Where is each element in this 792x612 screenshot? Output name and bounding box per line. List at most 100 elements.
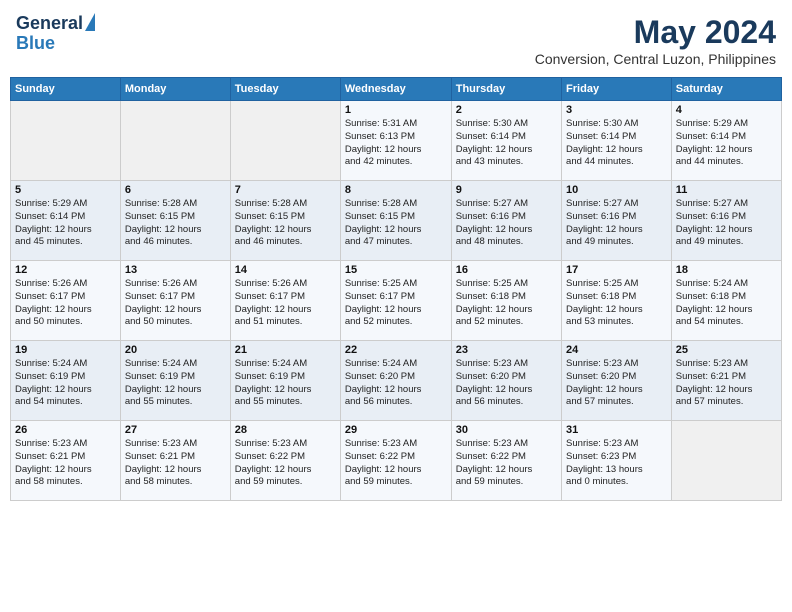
calendar-cell: 15 Sunrise: 5:25 AM Sunset: 6:17 PM Dayli… <box>340 261 451 341</box>
calendar-cell: 2 Sunrise: 5:30 AM Sunset: 6:14 PM Daylig… <box>451 101 561 181</box>
weekday-header-thursday: Thursday <box>451 78 561 101</box>
calendar-cell: 16 Sunrise: 5:25 AM Sunset: 6:18 PM Dayli… <box>451 261 561 341</box>
day-info: Sunrise: 5:23 AM Sunset: 6:21 PM Dayligh… <box>676 358 777 409</box>
weekday-header-monday: Monday <box>120 78 230 101</box>
calendar-table: SundayMondayTuesdayWednesdayThursdayFrid… <box>10 77 782 501</box>
day-number: 16 <box>456 264 557 276</box>
day-info: Sunrise: 5:24 AM Sunset: 6:19 PM Dayligh… <box>235 358 336 409</box>
calendar-cell: 18 Sunrise: 5:24 AM Sunset: 6:18 PM Dayli… <box>671 261 781 341</box>
weekday-header-tuesday: Tuesday <box>230 78 340 101</box>
day-number: 13 <box>125 264 226 276</box>
day-info: Sunrise: 5:23 AM Sunset: 6:21 PM Dayligh… <box>125 438 226 489</box>
calendar-week-row: 12 Sunrise: 5:26 AM Sunset: 6:17 PM Dayli… <box>11 261 782 341</box>
logo-text-blue: Blue <box>16 34 55 54</box>
day-number: 31 <box>566 424 667 436</box>
calendar-cell <box>120 101 230 181</box>
day-number: 15 <box>345 264 447 276</box>
title-block: May 2024 Conversion, Central Luzon, Phil… <box>535 14 776 67</box>
day-info: Sunrise: 5:26 AM Sunset: 6:17 PM Dayligh… <box>125 278 226 329</box>
calendar-cell: 12 Sunrise: 5:26 AM Sunset: 6:17 PM Dayli… <box>11 261 121 341</box>
calendar-cell: 28 Sunrise: 5:23 AM Sunset: 6:22 PM Dayli… <box>230 421 340 501</box>
day-info: Sunrise: 5:23 AM Sunset: 6:21 PM Dayligh… <box>15 438 116 489</box>
day-number: 29 <box>345 424 447 436</box>
day-number: 11 <box>676 184 777 196</box>
day-number: 2 <box>456 104 557 116</box>
day-number: 30 <box>456 424 557 436</box>
day-info: Sunrise: 5:28 AM Sunset: 6:15 PM Dayligh… <box>125 198 226 249</box>
calendar-cell <box>11 101 121 181</box>
calendar-cell: 3Sunrise: 5:30 AM Sunset: 6:14 PM Daylig… <box>562 101 672 181</box>
day-number: 1 <box>345 104 447 116</box>
weekday-header-sunday: Sunday <box>11 78 121 101</box>
day-number: 12 <box>15 264 116 276</box>
day-number: 4 <box>676 104 777 116</box>
day-number: 5 <box>15 184 116 196</box>
calendar-cell: 4 Sunrise: 5:29 AM Sunset: 6:14 PM Daylig… <box>671 101 781 181</box>
day-info: Sunrise: 5:23 AM Sunset: 6:22 PM Dayligh… <box>345 438 447 489</box>
day-info: Sunrise: 5:23 AM Sunset: 6:23 PM Dayligh… <box>566 438 667 489</box>
calendar-cell: 17 Sunrise: 5:25 AM Sunset: 6:18 PM Dayli… <box>562 261 672 341</box>
day-number: 23 <box>456 344 557 356</box>
calendar-cell: 14 Sunrise: 5:26 AM Sunset: 6:17 PM Dayli… <box>230 261 340 341</box>
day-info: Sunrise: 5:24 AM Sunset: 6:18 PM Dayligh… <box>676 278 777 329</box>
calendar-cell: 26Sunrise: 5:23 AM Sunset: 6:21 PM Dayli… <box>11 421 121 501</box>
logo-triangle-icon <box>85 13 95 31</box>
day-number: 25 <box>676 344 777 356</box>
calendar-cell <box>230 101 340 181</box>
calendar-cell: 24Sunrise: 5:23 AM Sunset: 6:20 PM Dayli… <box>562 341 672 421</box>
day-info: Sunrise: 5:26 AM Sunset: 6:17 PM Dayligh… <box>15 278 116 329</box>
calendar-cell: 7 Sunrise: 5:28 AM Sunset: 6:15 PM Daylig… <box>230 181 340 261</box>
day-info: Sunrise: 5:30 AM Sunset: 6:14 PM Dayligh… <box>456 118 557 169</box>
day-number: 18 <box>676 264 777 276</box>
location-subtitle: Conversion, Central Luzon, Philippines <box>535 51 776 67</box>
day-info: Sunrise: 5:23 AM Sunset: 6:22 PM Dayligh… <box>456 438 557 489</box>
day-info: Sunrise: 5:30 AM Sunset: 6:14 PM Dayligh… <box>566 118 667 169</box>
day-info: Sunrise: 5:27 AM Sunset: 6:16 PM Dayligh… <box>456 198 557 249</box>
day-info: Sunrise: 5:27 AM Sunset: 6:16 PM Dayligh… <box>676 198 777 249</box>
day-number: 22 <box>345 344 447 356</box>
weekday-header-friday: Friday <box>562 78 672 101</box>
day-info: Sunrise: 5:24 AM Sunset: 6:20 PM Dayligh… <box>345 358 447 409</box>
day-info: Sunrise: 5:26 AM Sunset: 6:17 PM Dayligh… <box>235 278 336 329</box>
weekday-header-wednesday: Wednesday <box>340 78 451 101</box>
day-info: Sunrise: 5:23 AM Sunset: 6:20 PM Dayligh… <box>456 358 557 409</box>
day-info: Sunrise: 5:29 AM Sunset: 6:14 PM Dayligh… <box>676 118 777 169</box>
day-info: Sunrise: 5:24 AM Sunset: 6:19 PM Dayligh… <box>15 358 116 409</box>
day-number: 27 <box>125 424 226 436</box>
calendar-cell: 30 Sunrise: 5:23 AM Sunset: 6:22 PM Dayli… <box>451 421 561 501</box>
day-info: Sunrise: 5:28 AM Sunset: 6:15 PM Dayligh… <box>235 198 336 249</box>
calendar-cell: 5Sunrise: 5:29 AM Sunset: 6:14 PM Daylig… <box>11 181 121 261</box>
day-number: 10 <box>566 184 667 196</box>
day-number: 7 <box>235 184 336 196</box>
calendar-cell: 27 Sunrise: 5:23 AM Sunset: 6:21 PM Dayli… <box>120 421 230 501</box>
logo: General Blue <box>16 14 95 54</box>
day-info: Sunrise: 5:31 AM Sunset: 6:13 PM Dayligh… <box>345 118 447 169</box>
day-number: 21 <box>235 344 336 356</box>
calendar-cell: 29 Sunrise: 5:23 AM Sunset: 6:22 PM Dayli… <box>340 421 451 501</box>
day-number: 19 <box>15 344 116 356</box>
calendar-cell: 9Sunrise: 5:27 AM Sunset: 6:16 PM Daylig… <box>451 181 561 261</box>
day-number: 20 <box>125 344 226 356</box>
day-number: 24 <box>566 344 667 356</box>
calendar-cell: 13 Sunrise: 5:26 AM Sunset: 6:17 PM Dayli… <box>120 261 230 341</box>
day-info: Sunrise: 5:23 AM Sunset: 6:22 PM Dayligh… <box>235 438 336 489</box>
page-header: General Blue May 2024 Conversion, Centra… <box>10 10 782 71</box>
weekday-header-saturday: Saturday <box>671 78 781 101</box>
calendar-cell: 31 Sunrise: 5:23 AM Sunset: 6:23 PM Dayli… <box>562 421 672 501</box>
month-title: May 2024 <box>535 14 776 51</box>
calendar-cell: 25 Sunrise: 5:23 AM Sunset: 6:21 PM Dayli… <box>671 341 781 421</box>
day-info: Sunrise: 5:28 AM Sunset: 6:15 PM Dayligh… <box>345 198 447 249</box>
day-info: Sunrise: 5:25 AM Sunset: 6:18 PM Dayligh… <box>456 278 557 329</box>
day-info: Sunrise: 5:27 AM Sunset: 6:16 PM Dayligh… <box>566 198 667 249</box>
logo-text-general: General <box>16 14 83 34</box>
calendar-cell: 23 Sunrise: 5:23 AM Sunset: 6:20 PM Dayli… <box>451 341 561 421</box>
day-info: Sunrise: 5:25 AM Sunset: 6:18 PM Dayligh… <box>566 278 667 329</box>
day-number: 8 <box>345 184 447 196</box>
day-number: 28 <box>235 424 336 436</box>
day-info: Sunrise: 5:25 AM Sunset: 6:17 PM Dayligh… <box>345 278 447 329</box>
day-number: 17 <box>566 264 667 276</box>
weekday-header-row: SundayMondayTuesdayWednesdayThursdayFrid… <box>11 78 782 101</box>
day-number: 14 <box>235 264 336 276</box>
calendar-cell <box>671 421 781 501</box>
calendar-week-row: 1 Sunrise: 5:31 AM Sunset: 6:13 PM Daylig… <box>11 101 782 181</box>
